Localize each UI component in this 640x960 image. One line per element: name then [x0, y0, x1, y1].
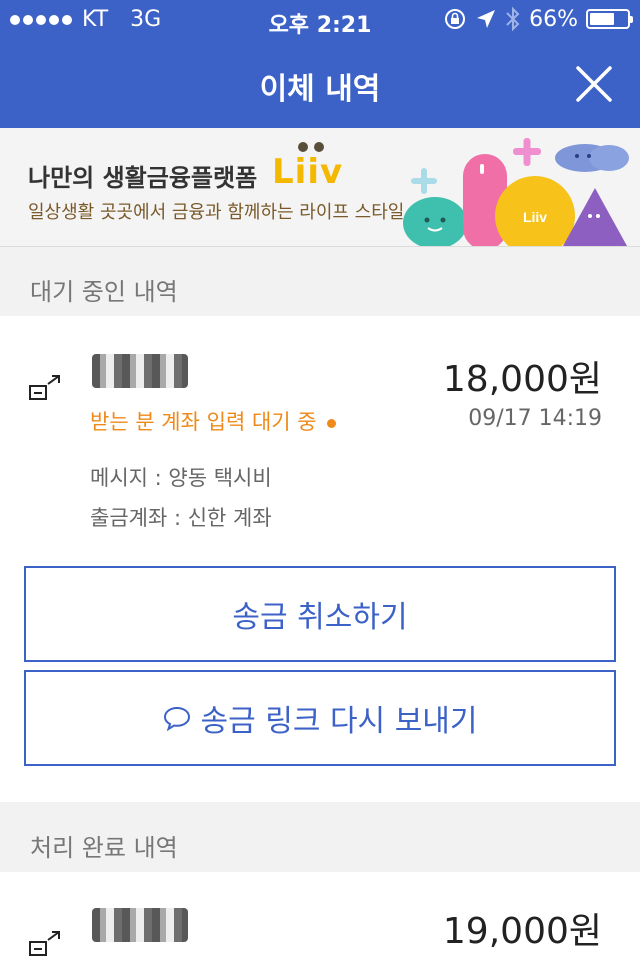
status-bar: KT 3G 오후 2:21 66%	[0, 0, 640, 40]
resend-link-label: 송금 링크 다시 보내기	[200, 704, 478, 739]
completed-section-label: 처리 완료 내역	[30, 834, 178, 862]
share-link-icon[interactable]	[28, 930, 62, 958]
bluetooth-icon	[506, 6, 520, 32]
location-icon	[477, 10, 496, 28]
cancel-transfer-label: 송금 취소하기	[232, 600, 408, 635]
battery-level	[590, 13, 614, 25]
pending-transfer-card: 18,000원 받는 분 계좌 입력 대기 중 09/17 14:19 메시지 …	[0, 316, 640, 802]
battery-percent: 66%	[529, 6, 578, 32]
transfer-message: 메시지 : 양동 택시비	[90, 466, 272, 490]
completed-transfer-card[interactable]: 19,000원	[0, 872, 640, 960]
rotation-lock-icon	[445, 9, 466, 29]
page-title: 이체 내역	[259, 72, 381, 107]
resend-link-button[interactable]: 송금 링크 다시 보내기	[24, 670, 616, 766]
transfer-status: 받는 분 계좌 입력 대기 중	[90, 406, 336, 436]
liiv-logo-dots	[298, 142, 324, 152]
close-icon[interactable]	[572, 62, 616, 106]
banner-title: 나만의 생활금융플랫폼	[28, 164, 258, 192]
share-link-icon[interactable]	[28, 374, 62, 402]
svg-text:Liiv: Liiv	[523, 209, 547, 225]
app-header: 이체 내역	[0, 40, 640, 128]
liiv-banner[interactable]: 나만의 생활금융플랫폼 Liiv 일상생활 곳곳에서 금융과 함께하는 라이프 …	[0, 128, 640, 247]
recipient-name-blurred	[92, 908, 188, 942]
transfer-status-text: 받는 분 계좌 입력 대기 중	[90, 410, 317, 434]
transfer-amount: 19,000원	[442, 911, 602, 952]
banner-subtitle: 일상생활 곳곳에서 금융과 함께하는 라이프 스타일	[28, 202, 405, 223]
battery-icon	[586, 9, 633, 29]
banner-characters-illustration: Liiv	[403, 138, 629, 246]
pending-section-label: 대기 중인 내역	[30, 278, 178, 306]
liiv-logo: Liiv	[272, 152, 344, 192]
speech-bubble-icon	[164, 706, 191, 731]
recipient-name-blurred	[92, 354, 188, 388]
transfer-datetime: 09/17 14:19	[468, 406, 602, 431]
status-right: 66%	[443, 6, 633, 32]
cancel-transfer-button[interactable]: 송금 취소하기	[24, 566, 616, 662]
status-dot-icon	[326, 418, 336, 428]
withdraw-account: 출금계좌 : 신한 계좌	[90, 506, 272, 530]
transfer-amount: 18,000원	[442, 359, 602, 400]
